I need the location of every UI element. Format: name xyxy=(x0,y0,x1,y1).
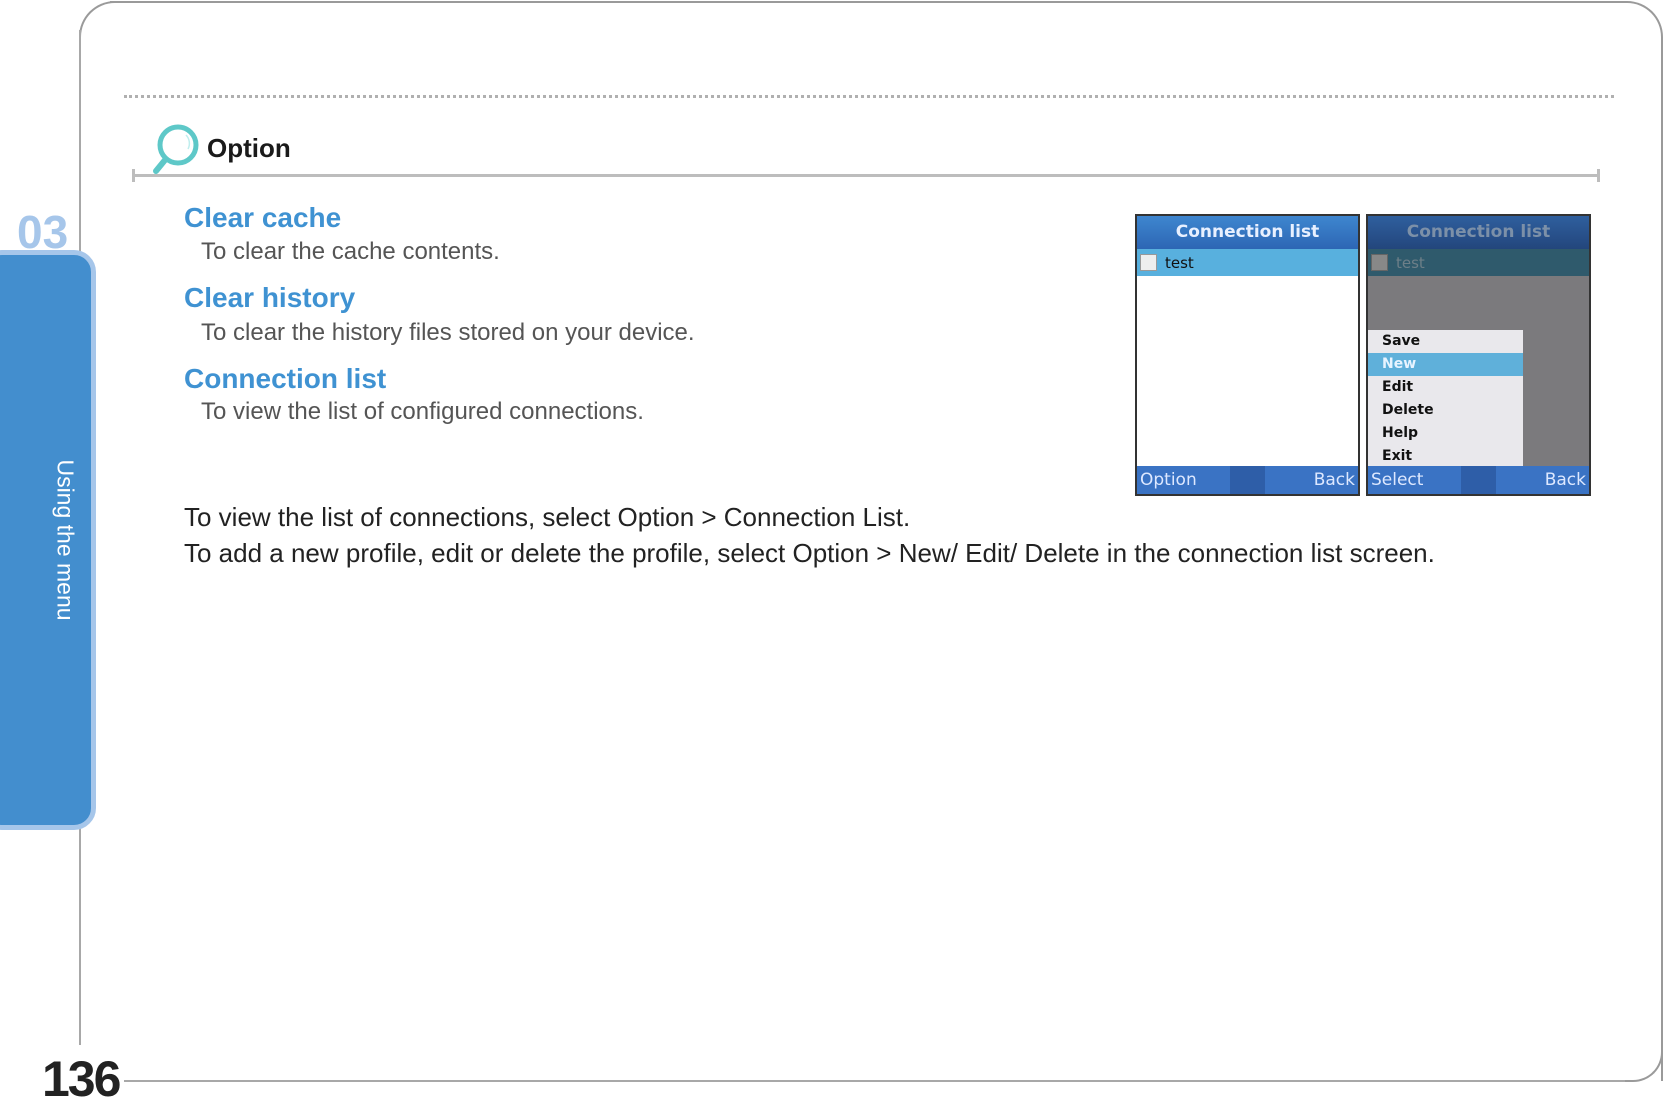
phone-screen-options-menu: Connection list test Save New Edit Delet… xyxy=(1366,214,1591,496)
softkey-bar: Select Back xyxy=(1368,466,1589,494)
magnifier-icon xyxy=(153,124,199,174)
page-frame-bottom xyxy=(124,1080,1629,1082)
item-heading-clear-history: Clear history xyxy=(184,282,356,313)
options-menu: Save New Edit Delete Help Exit xyxy=(1368,330,1523,468)
chapter-label: Using the menu xyxy=(52,459,79,621)
section-title: Option xyxy=(207,133,291,163)
paragraph: To add a new profile, edit or delete the… xyxy=(184,538,1435,568)
item-desc-clear-cache: To clear the cache contents. xyxy=(201,238,500,265)
menu-item-delete: Delete xyxy=(1382,402,1434,418)
checkbox-icon xyxy=(1371,254,1388,271)
item-desc-clear-history: To clear the history files stored on you… xyxy=(201,319,695,346)
checkbox-icon xyxy=(1140,254,1157,271)
list-item: test xyxy=(1368,249,1589,276)
softkey-left: Select xyxy=(1371,470,1424,490)
softkey-left: Option xyxy=(1140,470,1197,490)
menu-item-exit: Exit xyxy=(1382,448,1413,464)
softkey-bar: Option Back xyxy=(1137,466,1358,494)
softkey-right: Back xyxy=(1313,470,1355,490)
menu-item-edit: Edit xyxy=(1382,379,1414,395)
list-item: test xyxy=(1137,249,1358,276)
page-number: 136 xyxy=(42,1051,121,1107)
menu-item-new: New xyxy=(1368,353,1523,376)
chapter-number: 03 xyxy=(17,206,69,258)
screen-title: Connection list xyxy=(1137,216,1358,249)
divider-tick-right xyxy=(1597,169,1600,182)
section-divider xyxy=(133,174,1598,177)
screen-title: Connection list xyxy=(1368,216,1589,249)
item-desc-connection-list: To view the list of configured connectio… xyxy=(201,398,644,425)
list-item-label: test xyxy=(1396,253,1425,272)
item-heading-connection-list: Connection list xyxy=(184,363,387,394)
chapter-tab xyxy=(0,250,96,830)
divider-tick-left xyxy=(132,169,135,182)
softkey-right: Back xyxy=(1544,470,1586,490)
dotted-divider xyxy=(124,95,1614,98)
phone-screen-connection-list: Connection list test Option Back xyxy=(1135,214,1360,496)
item-heading-clear-cache: Clear cache xyxy=(184,202,342,233)
menu-item-help: Help xyxy=(1382,425,1419,441)
menu-item-save: Save xyxy=(1382,333,1421,349)
paragraph: To view the list of connections, select … xyxy=(184,502,911,532)
list-item-label: test xyxy=(1165,253,1194,272)
